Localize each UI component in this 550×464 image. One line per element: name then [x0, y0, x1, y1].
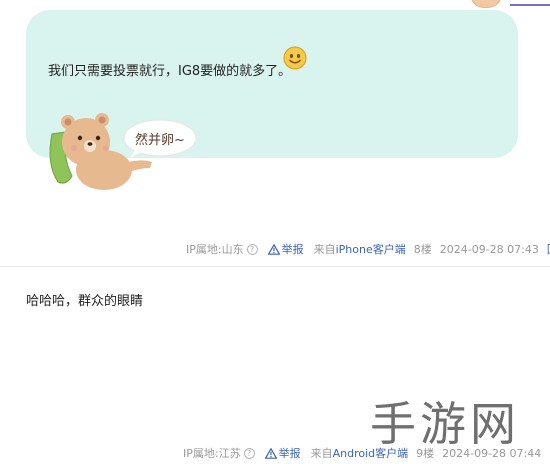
top-link-peek	[510, 0, 550, 6]
avatar-peek	[470, 0, 502, 8]
report-link[interactable]: 举报	[264, 445, 301, 461]
post-meta: IP属地:山东 ? 举报 来自 iPhone客户端 8楼 2024-09-28 …	[186, 241, 550, 257]
smiley-face-icon	[283, 46, 307, 70]
post-divider	[0, 266, 550, 267]
question-circle-icon[interactable]: ?	[243, 447, 255, 459]
bear-sticker: 然并卵~	[49, 113, 197, 190]
watermark-logo: 手游网	[370, 397, 520, 451]
report-label[interactable]: 举报	[282, 241, 304, 257]
warning-triangle-icon	[264, 447, 277, 459]
report-label[interactable]: 举报	[279, 445, 301, 461]
ip-location: IP属地:山东	[186, 243, 244, 256]
post-time: 2024-09-28 07:43	[439, 242, 539, 256]
floor-number: 8楼	[413, 243, 432, 256]
question-circle-icon[interactable]: ?	[246, 243, 258, 255]
post-content: 我们只需要投票就行，IG8要做的就多了。	[48, 64, 292, 79]
ip-location: IP属地:江苏	[183, 447, 241, 460]
source-prefix: 来自	[310, 447, 333, 460]
sticker-caption: 然并卵~	[135, 132, 185, 148]
report-link[interactable]: 举报	[267, 241, 304, 257]
client-link[interactable]: iPhone客户端	[336, 241, 406, 257]
post-content: 哈哈哈，群众的眼睛	[26, 294, 144, 309]
source-prefix: 来自	[313, 243, 336, 256]
warning-triangle-icon	[267, 243, 280, 255]
